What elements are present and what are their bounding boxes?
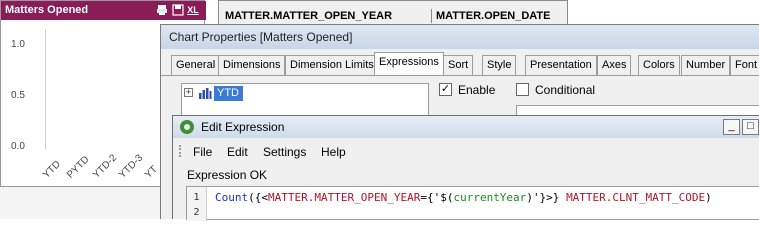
chart-y-axis [45, 29, 46, 149]
edit-expression-titlebar: Edit Expression _ □ [173, 116, 759, 138]
y-tick-label: 1.0 [11, 39, 25, 50]
chart-caption[interactable]: Matters Opened XL [1, 1, 206, 20]
maximize-button[interactable]: □ [742, 119, 759, 135]
conditional-checkbox[interactable] [516, 83, 529, 96]
menu-settings[interactable]: Settings [263, 145, 306, 159]
chart-caption-title: Matters Opened [5, 4, 89, 16]
qlikview-icon [180, 120, 194, 134]
print-icon[interactable] [156, 4, 168, 16]
bar-chart-icon [198, 87, 212, 99]
toolbar-grip-icon[interactable] [179, 145, 182, 157]
y-tick-label: 0.5 [11, 90, 25, 101]
expression-status: Expression OK [187, 168, 268, 182]
y-tick-label: 0.0 [11, 141, 25, 152]
code-set-open: ({< [248, 191, 268, 204]
code-field: MATTER.CLNT_MATT_CODE [566, 191, 706, 204]
tab-general[interactable]: General [171, 55, 221, 75]
tab-dimension-limits[interactable]: Dimension Limits [285, 55, 379, 75]
edit-expression-dialog: Edit Expression _ □ File Edit Settings H… [172, 115, 759, 221]
expression-code: Count({<MATTER.MATTER_OPEN_YEAR={'$(curr… [215, 191, 712, 204]
save-icon[interactable] [172, 4, 184, 16]
edit-expression-menubar: File Edit Settings Help [173, 140, 759, 162]
code-function: Count [215, 191, 249, 204]
code-equals: ={' [420, 191, 441, 204]
tab-expressions[interactable]: Expressions [374, 52, 444, 76]
enable-label: Enable [458, 83, 496, 97]
column-separator [431, 9, 432, 23]
code-end: ) [705, 191, 712, 204]
code-set-close: '}>} [532, 191, 560, 204]
menu-file[interactable]: File [193, 145, 212, 159]
x-tick-label: YTD-3 [117, 152, 146, 181]
x-tick-label: PYTD [65, 154, 92, 181]
enable-checkbox[interactable]: ✓ [439, 83, 452, 96]
x-tick-label: YTD-2 [91, 152, 120, 181]
conditional-label: Conditional [535, 83, 596, 97]
tab-number[interactable]: Number [681, 55, 731, 75]
expression-tree[interactable]: + YTD [181, 83, 429, 119]
tab-colors[interactable]: Colors [638, 55, 680, 75]
code-field: MATTER.MATTER_OPEN_YEAR [268, 191, 421, 204]
x-tick-label: YT [143, 163, 160, 181]
tab-style[interactable]: Style [482, 55, 517, 75]
table-header-open-year[interactable]: MATTER.MATTER_OPEN_YEAR [225, 10, 392, 22]
code-variable: currentYear [453, 191, 527, 204]
tree-expand-icon[interactable]: + [184, 88, 193, 97]
code-dollar-open: $( [440, 191, 454, 204]
line-number: 1 [193, 192, 200, 203]
menu-edit[interactable]: Edit [227, 145, 248, 159]
minimize-button[interactable]: _ [723, 119, 740, 135]
x-tick-label: YTD [41, 158, 63, 181]
chart-properties-title: Chart Properties [Matters Opened] [161, 25, 759, 49]
menu-help[interactable]: Help [321, 145, 346, 159]
tab-sort[interactable]: Sort [443, 55, 474, 75]
tab-strip-baseline [161, 75, 759, 76]
line-number: 2 [193, 207, 200, 218]
line-number-gutter: 1 2 [187, 187, 207, 221]
tab-presentation[interactable]: Presentation [525, 55, 597, 75]
xl-icon[interactable]: XL [187, 4, 199, 16]
edit-expression-title: Edit Expression [201, 120, 285, 134]
code-dollar-close: ) [526, 191, 533, 204]
table-header-open-date[interactable]: MATTER.OPEN_DATE [436, 10, 551, 22]
tab-font[interactable]: Font [730, 55, 759, 75]
tab-axes[interactable]: Axes [597, 55, 632, 75]
expression-editor[interactable]: 1 2 Count({<MATTER.MATTER_OPEN_YEAR={'$(… [186, 186, 759, 221]
expression-item-ytd[interactable]: YTD [214, 86, 243, 101]
tab-dimensions[interactable]: Dimensions [218, 55, 286, 75]
